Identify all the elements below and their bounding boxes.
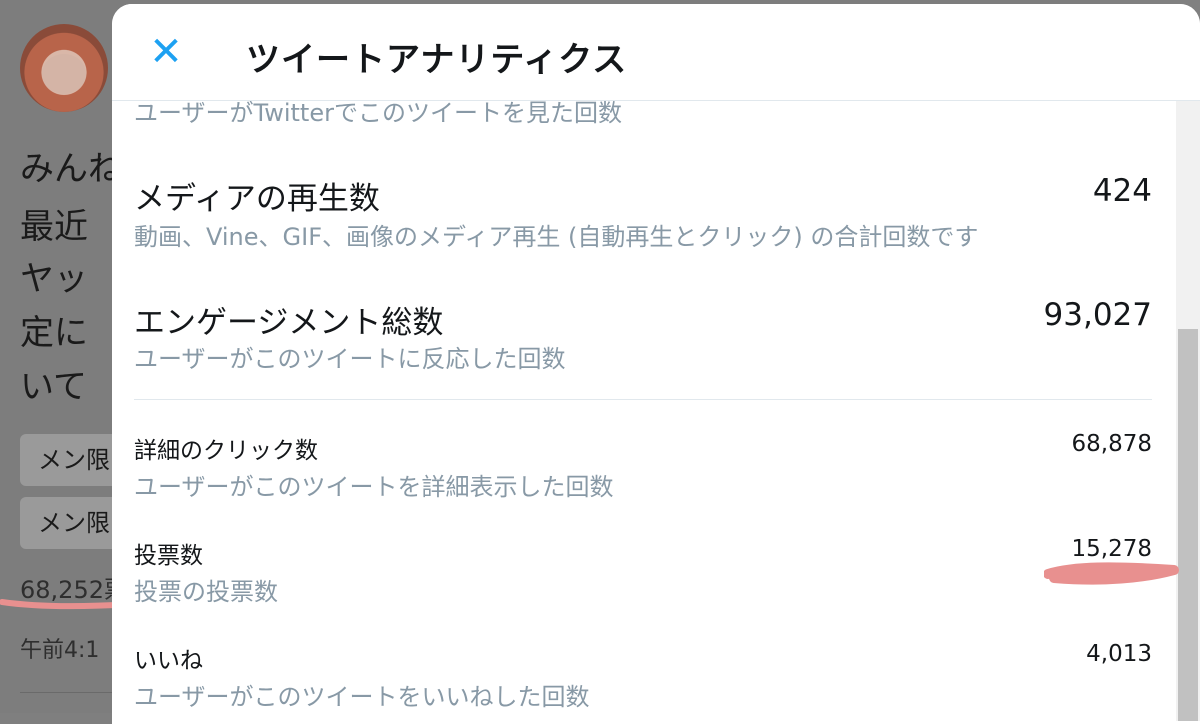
metric-value: 68,878 <box>1071 431 1152 457</box>
tweet-text-line: ヤッ <box>20 259 88 299</box>
metric-description: 投票の投票数 <box>134 578 278 606</box>
metric-name: 詳細のクリック数 <box>134 438 318 464</box>
metric-name: エンゲージメント総数 <box>134 305 444 341</box>
metric-name: いいね <box>134 648 203 674</box>
divider <box>134 399 1152 400</box>
tweet-time: 午前4:1 <box>20 638 100 663</box>
tweet-text-line: 最近 <box>20 207 88 247</box>
analytics-modal: ✕ ツイートアナリティクス ユーザーがTwitterでこのツイートを見た回数 メ… <box>112 4 1200 724</box>
metric-name: メディアの再生数 <box>134 181 380 217</box>
close-icon[interactable]: ✕ <box>148 32 184 72</box>
metric-description: ユーザーがこのツイートに反応した回数 <box>134 345 566 373</box>
divider <box>20 692 115 693</box>
scrollbar[interactable] <box>1176 101 1200 721</box>
metric-name: 投票数 <box>134 543 203 569</box>
red-annotation-mark <box>1044 562 1179 585</box>
modal-header: ✕ ツイートアナリティクス <box>112 4 1200 101</box>
metric-value: 424 <box>1092 173 1152 209</box>
avatar[interactable] <box>20 24 108 112</box>
metric-value: 93,027 <box>1043 297 1152 333</box>
metric-description: ユーザーがこのツイートをいいねした回数 <box>134 683 590 711</box>
metric-description: ユーザーがTwitterでこのツイートを見た回数 <box>134 101 622 127</box>
tweet-text-line: 定に <box>20 313 88 353</box>
tweet-text-line: いて <box>20 367 87 407</box>
tweet-text-line: みんね <box>20 149 122 189</box>
metric-description: 動画、Vine、GIF、画像のメディア再生 (自動再生とクリック) の合計回数で… <box>134 223 979 251</box>
metric-description: ユーザーがこのツイートを詳細表示した回数 <box>134 473 614 501</box>
avatar-face <box>42 54 86 94</box>
modal-title: ツイートアナリティクス <box>246 40 628 80</box>
modal-content: ユーザーがTwitterでこのツイートを見た回数 メディアの再生数 424 動画… <box>112 101 1176 721</box>
metric-value: 4,013 <box>1086 641 1152 667</box>
scrollbar-thumb[interactable] <box>1178 329 1198 721</box>
